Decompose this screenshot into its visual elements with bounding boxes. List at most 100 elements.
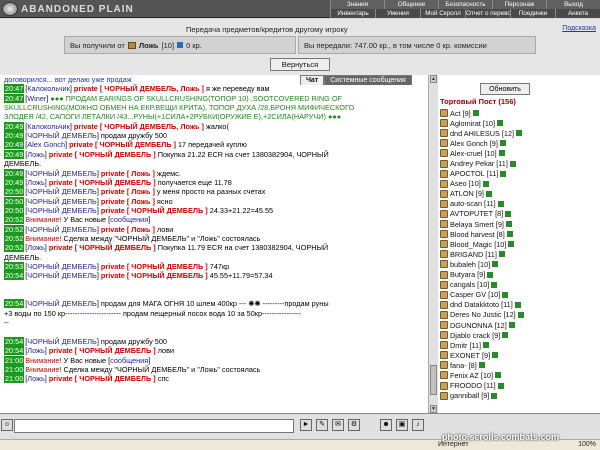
nav-item-row2-2[interactable]: Мой Скролл — [420, 9, 465, 18]
user-list-item[interactable]: Alex-cruel [10] — [440, 148, 596, 158]
user-list-item[interactable]: Belaya Smert [9] — [440, 219, 596, 229]
chat-timestamp[interactable]: 20:52 — [4, 224, 25, 234]
user-info-icon[interactable] — [506, 231, 513, 238]
nav-item-row1-2[interactable]: Безопасность — [438, 0, 492, 9]
chat-timestamp[interactable]: 20:54 — [4, 336, 25, 346]
chat-timestamp[interactable]: 20:47 — [4, 84, 25, 94]
user-name[interactable]: Aglomirat — [450, 119, 481, 128]
send-icon[interactable]: ► — [300, 419, 312, 431]
user-info-icon[interactable] — [505, 210, 512, 217]
user-info-icon[interactable] — [517, 311, 524, 318]
chat-timestamp[interactable]: 20:49 — [4, 131, 25, 141]
chat-timestamp[interactable]: 20:49 — [4, 140, 25, 150]
user-name[interactable]: FROODO — [450, 381, 482, 390]
user-info-icon[interactable] — [487, 271, 494, 278]
user-info-icon[interactable] — [500, 170, 507, 177]
chat-timestamp[interactable]: 20:49 — [4, 149, 25, 159]
chat-timestamp[interactable]: 20:49 — [4, 121, 25, 131]
clear-icon[interactable]: ✎ — [316, 419, 328, 431]
user-name[interactable]: Djablo crack — [450, 331, 490, 340]
chat-timestamp[interactable]: 21:00 — [4, 374, 25, 384]
user-info-icon[interactable] — [491, 281, 498, 288]
user-name[interactable]: Aseo — [450, 179, 467, 188]
chat-timestamp[interactable]: 20:49 — [4, 177, 25, 187]
user-info-icon[interactable] — [502, 291, 509, 298]
chat-timestamp[interactable]: 20:49 — [4, 168, 25, 178]
nav-item-row2-4[interactable]: Поединки — [510, 9, 555, 18]
user-list-item[interactable]: Dmitr [11] — [440, 340, 596, 350]
filter-icon[interactable]: ✉ — [332, 419, 344, 431]
user-info-icon[interactable] — [472, 110, 479, 117]
user-name[interactable]: Blood_Magic — [450, 240, 492, 249]
chat-timestamp[interactable]: 20:50 — [4, 196, 25, 206]
user-list-item[interactable]: ATLON [9] — [440, 189, 596, 199]
user-name[interactable]: dnd Datakktoto — [450, 300, 499, 309]
user-info-icon[interactable] — [502, 332, 509, 339]
refresh-button[interactable]: Обновить — [480, 83, 530, 95]
user-info-icon[interactable] — [491, 392, 498, 399]
user-list-item[interactable]: Aglomirat [10] — [440, 118, 596, 128]
user-info-icon[interactable] — [483, 342, 490, 349]
user-list-item[interactable]: Deres No Justic [12] — [440, 310, 596, 320]
tab-system-messages[interactable]: Системные сообщения — [324, 75, 412, 85]
user-info-icon[interactable] — [516, 130, 523, 137]
smile-icon[interactable]: ☺ — [1, 419, 13, 431]
user-name[interactable]: bubaleh — [450, 260, 476, 269]
chat-timestamp[interactable]: 20:52 — [4, 233, 25, 243]
chat-timestamp[interactable]: 20:54 — [4, 271, 25, 281]
user-info-icon[interactable] — [492, 352, 499, 359]
user-name[interactable]: BRIGAND — [450, 250, 483, 259]
chat-scrollbar[interactable]: ▲ ▼ — [428, 75, 438, 413]
nav-item-row1-1[interactable]: Общение — [384, 0, 438, 9]
emoticon-icon[interactable]: ☻ — [380, 419, 392, 431]
chat-timestamp[interactable]: 20:52 — [4, 215, 25, 225]
nav-item-row2-0[interactable]: Инвентарь — [330, 9, 375, 18]
user-list-item[interactable]: FROODO [11] — [440, 381, 596, 391]
chat-timestamp[interactable]: 20:53 — [4, 262, 25, 271]
user-list-item[interactable]: Casper GV [10] — [440, 290, 596, 300]
user-list-item[interactable]: Alex Gonch [9] — [440, 138, 596, 148]
user-list-item[interactable]: Aseo [10] — [440, 179, 596, 189]
sound-icon[interactable]: ♪ — [412, 419, 424, 431]
user-list-item[interactable]: Fenix AZ [10] — [440, 370, 596, 380]
user-info-icon[interactable] — [485, 190, 492, 197]
user-list-item[interactable]: Act [9] — [440, 108, 596, 118]
user-info-icon[interactable] — [508, 322, 515, 329]
user-list-item[interactable]: bubaleh [10] — [440, 259, 596, 269]
return-button[interactable]: Вернуться — [270, 58, 330, 71]
received-nick[interactable]: Ложь — [139, 41, 159, 50]
user-list-item[interactable]: Djablo crack [9] — [440, 330, 596, 340]
user-info-icon[interactable] — [498, 150, 505, 157]
tab-chat[interactable]: Чат — [300, 75, 325, 85]
user-name[interactable]: Act — [450, 109, 461, 118]
settings-icon[interactable]: ⚙ — [348, 419, 360, 431]
user-name[interactable]: Dmitr — [450, 341, 467, 350]
user-name[interactable]: fana- — [450, 361, 467, 370]
user-info-icon[interactable] — [499, 140, 506, 147]
nav-item-row2-1[interactable]: Умения — [375, 9, 420, 18]
user-list-item[interactable]: APOCTOL [11] — [440, 169, 596, 179]
chat-timestamp[interactable]: 21:00 — [4, 364, 25, 374]
image-icon[interactable]: ▣ — [396, 419, 408, 431]
chat-timestamp[interactable]: 21:00 — [4, 355, 25, 365]
scroll-down-icon[interactable]: ▼ — [430, 405, 437, 413]
user-list-item[interactable]: EXONET [9] — [440, 350, 596, 360]
user-name[interactable]: Casper GV — [450, 290, 486, 299]
user-info-icon[interactable] — [497, 382, 504, 389]
user-info-icon[interactable] — [508, 241, 515, 248]
chat-timestamp[interactable]: 20:52 — [4, 243, 25, 253]
user-name[interactable]: Fenix AZ — [450, 371, 479, 380]
user-list-item[interactable]: dnd Datakktoto [11] — [440, 300, 596, 310]
user-name[interactable]: Belaya Smert — [450, 220, 494, 229]
user-info-icon[interactable] — [509, 160, 516, 167]
user-name[interactable]: Blood harvest — [450, 230, 495, 239]
user-name[interactable]: DGUNONNA — [450, 321, 493, 330]
chat-timestamp[interactable]: 20:50 — [4, 205, 25, 215]
user-name[interactable]: AVTOPUTET — [450, 209, 493, 218]
scroll-thumb[interactable] — [430, 365, 437, 395]
user-info-icon[interactable] — [497, 120, 503, 127]
chat-input[interactable] — [14, 419, 294, 433]
nav-item-row2-3[interactable]: Отчет о переводах — [465, 9, 510, 18]
user-info-icon[interactable] — [498, 251, 505, 258]
user-list-item[interactable]: BRIGAND [11] — [440, 249, 596, 259]
